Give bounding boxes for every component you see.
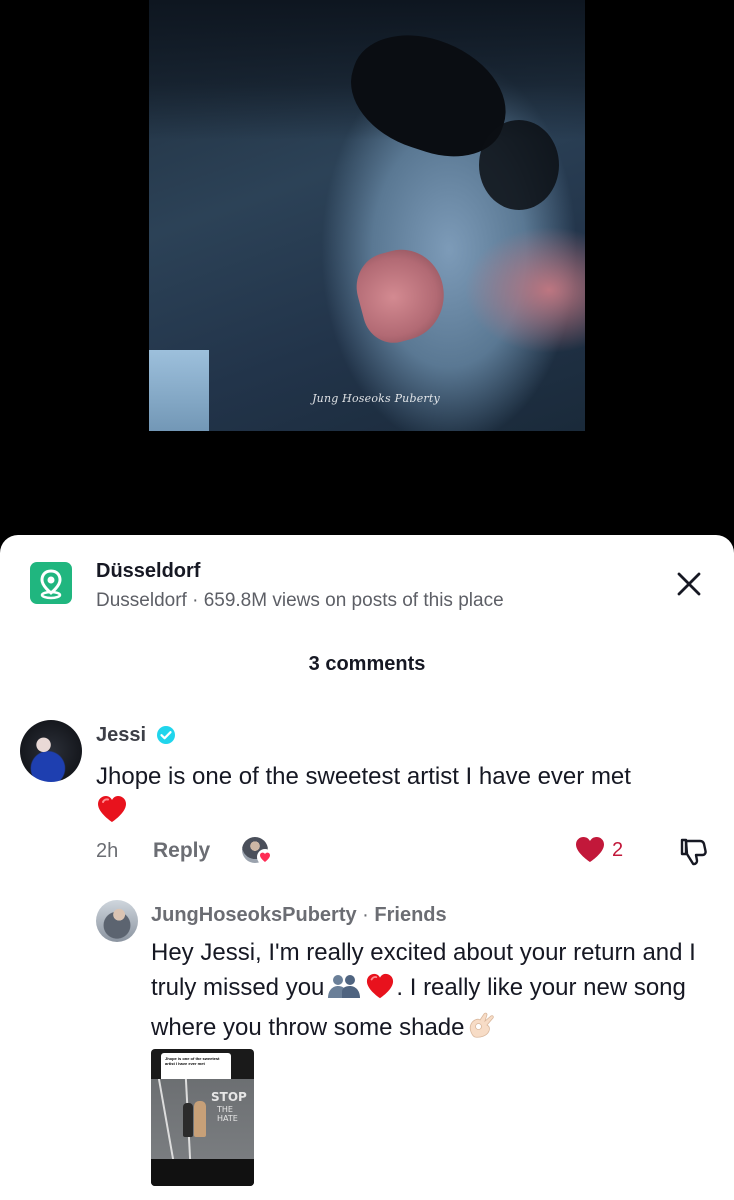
comment-time: 2h: [96, 840, 119, 862]
comments-count: 3 comments: [308, 653, 426, 675]
reply-username-line: JungHoseoksPuberty · Friends: [151, 904, 447, 927]
comment-username[interactable]: Jessi: [96, 724, 146, 747]
red-heart-icon: [96, 794, 128, 834]
place-header[interactable]: Düsseldorf Dusseldorf · 659.8M views on …: [0, 535, 734, 635]
thumbnail-scene: STOP THE HATE: [151, 1079, 254, 1159]
video-frame[interactable]: Jung Hoseoks Puberty: [149, 0, 585, 431]
avatar[interactable]: [96, 900, 138, 942]
red-heart-icon: [364, 972, 396, 1010]
thumbnail-sign-subtext: THE HATE: [217, 1105, 238, 1123]
thumbnail-person: [183, 1103, 193, 1137]
verified-badge-icon: [156, 725, 176, 745]
comment-text: Jhope is one of the sweetest artist I ha…: [96, 759, 721, 834]
place-subtitle: Dusseldorf · 659.8M views on posts of th…: [96, 590, 504, 611]
thumbnail-sign-text: STOP: [211, 1090, 247, 1104]
relation-label: Friends: [374, 904, 447, 926]
video-collar: [149, 350, 209, 431]
close-icon[interactable]: [674, 569, 704, 599]
like-count: 2: [612, 839, 624, 861]
comments-sheet: Düsseldorf Dusseldorf · 659.8M views on …: [0, 535, 734, 1200]
dislike-icon[interactable]: [676, 834, 710, 868]
thumbnail-bottom: [151, 1159, 254, 1186]
video-background-figure: [479, 120, 559, 210]
reply-username[interactable]: JungHoseoksPuberty: [151, 904, 357, 926]
location-pin-icon: [30, 562, 72, 604]
couple-silhouette-icon: [324, 972, 364, 1010]
place-name: Düsseldorf: [96, 560, 201, 582]
video-lips: [348, 240, 455, 350]
road-line: [157, 1079, 175, 1159]
username-separator: ·: [356, 904, 375, 926]
video-reply-thumbnail[interactable]: Jhope is one of the sweetest artist I ha…: [151, 1049, 254, 1186]
thumbnail-card-text: Jhope is one of the sweetest artist I ha…: [165, 1056, 220, 1066]
comment-text: Hey Jessi, I'm really excited about your…: [151, 935, 716, 1050]
video-player[interactable]: Jung Hoseoks Puberty: [0, 0, 734, 560]
reply-button[interactable]: Reply: [153, 839, 210, 863]
creator-liked-badge: [242, 837, 274, 867]
comment-text-body: Jhope is one of the sweetest artist I ha…: [96, 763, 631, 790]
thumbnail-person: [194, 1101, 206, 1137]
video-watermark: Jung Hoseoks Puberty: [312, 392, 440, 405]
ok-hand-icon: [465, 1010, 499, 1050]
like-heart-icon[interactable]: [574, 834, 606, 866]
avatar[interactable]: [20, 720, 82, 782]
small-heart-icon: [257, 849, 273, 865]
